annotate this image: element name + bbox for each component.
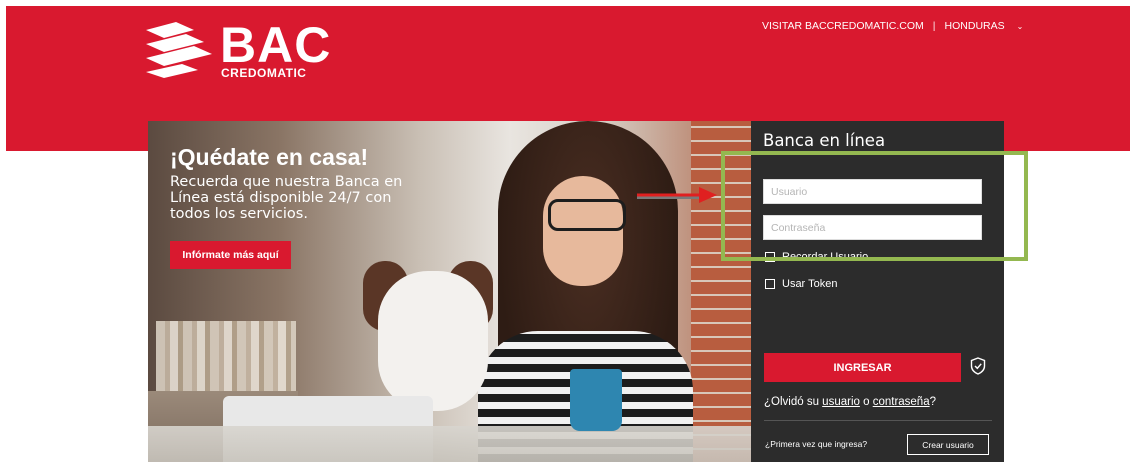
hero-title: ¡Quédate en casa! [170, 144, 369, 170]
woman-face-image [543, 176, 623, 286]
logo-subtext: CREDOMATIC [221, 66, 307, 80]
bac-logo[interactable]: BAC CREDOMATIC [146, 17, 330, 84]
table-image [148, 426, 751, 462]
chevron-down-icon[interactable]: ⌄ [1017, 22, 1024, 31]
top-navigation: VISITAR BACCREDOMATIC.COM | HONDURAS ⌄ [762, 19, 1023, 33]
shield-check-icon[interactable] [970, 357, 986, 375]
glasses-image [548, 199, 626, 231]
forgot-prefix: ¿Olvidó su [764, 396, 819, 408]
use-token-row[interactable]: Usar Token [765, 278, 837, 290]
arrow-right-icon [637, 187, 717, 203]
divider [764, 420, 992, 421]
dog-image [378, 271, 488, 411]
login-button[interactable]: INGRESAR [764, 353, 961, 382]
forgot-or: o [863, 396, 870, 408]
hero-text: Recuerda que nuestra Banca en Línea está… [170, 174, 403, 222]
use-token-label: Usar Token [782, 278, 838, 290]
bac-logo-icon [146, 22, 212, 78]
forgot-credentials: ¿Olvidó su usuario o contraseña? [764, 396, 936, 408]
create-user-button[interactable]: Crear usuario [907, 434, 989, 455]
mug-image [570, 369, 622, 431]
visit-site-link[interactable]: VISITAR BACCREDOMATIC.COM [762, 20, 924, 32]
highlight-box [721, 151, 1028, 261]
hero-banner: ¡Quédate en casa! Recuerda que nuestra B… [148, 121, 751, 462]
use-token-checkbox[interactable] [765, 279, 775, 289]
learn-more-button[interactable]: Infórmate más aquí [170, 241, 291, 269]
forgot-password-link[interactable]: contraseña [873, 396, 930, 408]
country-selector[interactable]: HONDURAS [945, 20, 1005, 32]
forgot-suffix: ? [929, 396, 937, 408]
login-title: Banca en línea [763, 131, 886, 150]
first-time-text: ¿Primera vez que ingresa? [765, 439, 868, 449]
nav-separator: | [932, 20, 936, 32]
forgot-username-link[interactable]: usuario [822, 396, 860, 408]
